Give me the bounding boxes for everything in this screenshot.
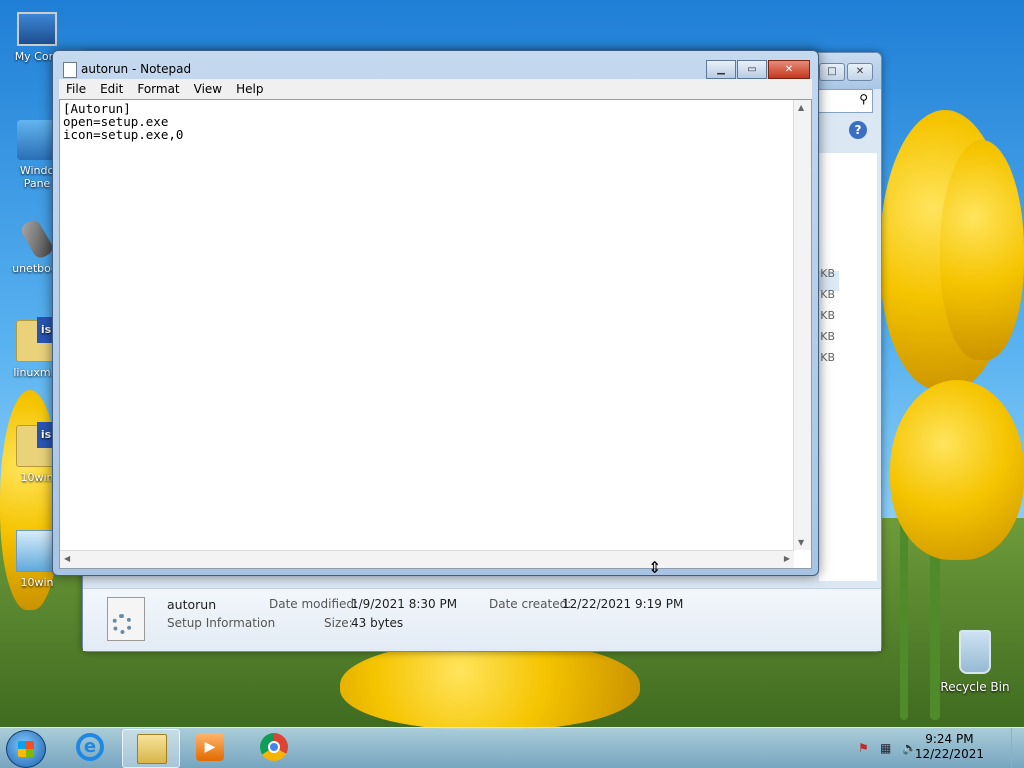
window-controls: ▁ ▭ ✕ <box>705 60 810 79</box>
details-date-created: 12/22/2021 9:19 PM <box>562 597 684 611</box>
close-button[interactable]: ✕ <box>768 60 810 79</box>
windows-logo-icon <box>18 741 34 757</box>
taskbar-media-player[interactable]: ▶ <box>182 729 238 766</box>
minimize-icon: ▁ <box>717 64 725 75</box>
search-icon: ⚲ <box>859 92 868 106</box>
desktop-icon-recycle-bin[interactable]: Recycle Bin <box>940 630 1010 694</box>
wallpaper-tulip <box>940 140 1024 360</box>
start-button[interactable] <box>6 730 46 768</box>
details-size: 43 bytes <box>351 616 404 630</box>
window-title: autorun - Notepad <box>81 62 192 76</box>
details-file-type: Setup Information <box>167 616 276 630</box>
control-panel-icon <box>17 120 57 160</box>
editor-content[interactable]: [Autorun] open=setup.exe icon=setup.exe,… <box>63 102 183 141</box>
folder-icon <box>137 734 167 764</box>
clock-date: 12/22/2021 <box>914 747 984 761</box>
recycle-bin-label: Recycle Bin <box>940 680 1010 694</box>
file-size-unit: KB <box>820 309 835 322</box>
rocket-icon <box>18 217 56 261</box>
notepad-icon <box>63 62 77 78</box>
explorer-details-pane: autorun Setup Information Date modified:… <box>83 588 881 651</box>
maximize-button[interactable]: ▭ <box>737 60 767 79</box>
menu-file[interactable]: File <box>59 79 93 99</box>
wallpaper-tulip <box>340 640 640 730</box>
taskbar-chrome[interactable] <box>246 729 302 766</box>
recycle-bin-icon <box>959 630 991 674</box>
show-desktop-button[interactable] <box>1011 728 1024 768</box>
file-size-unit: KB <box>820 267 835 280</box>
scroll-down-icon[interactable]: ▼ <box>798 538 804 547</box>
menu-bar: File Edit Format View Help <box>59 79 812 99</box>
explorer-search-input[interactable]: ⚲ <box>811 89 873 113</box>
scroll-left-icon[interactable]: ◀ <box>64 554 70 563</box>
setup-information-file-icon <box>107 597 145 641</box>
explorer-file-list <box>817 153 877 581</box>
taskbar: e ▶ ⚑ ▦ 🔈 9:24 PM 12/22/2021 <box>0 727 1024 768</box>
computer-icon <box>17 12 57 46</box>
explorer-close-button[interactable]: ✕ <box>847 63 873 81</box>
system-tray: ⚑ ▦ 🔈 9:24 PM 12/22/2021 <box>854 728 1024 768</box>
menu-view[interactable]: View <box>187 79 229 99</box>
minimize-button[interactable]: ▁ <box>706 60 736 79</box>
menu-format[interactable]: Format <box>130 79 186 99</box>
file-size-unit: KB <box>820 330 835 343</box>
desktop-icon-label: 10win <box>20 576 54 589</box>
details-file-name: autorun <box>167 597 217 612</box>
help-icon[interactable]: ? <box>849 121 867 139</box>
menu-help[interactable]: Help <box>229 79 270 99</box>
wallpaper-tulip <box>890 380 1024 560</box>
action-center-flag-icon[interactable]: ⚑ <box>858 741 872 755</box>
text-editor-area[interactable]: [Autorun] open=setup.exe icon=setup.exe,… <box>59 99 812 569</box>
menu-edit[interactable]: Edit <box>93 79 130 99</box>
explorer-maximize-button[interactable]: □ <box>819 63 845 81</box>
scroll-up-icon[interactable]: ▲ <box>798 103 804 112</box>
taskbar-file-explorer[interactable] <box>122 729 180 768</box>
details-date-modified: 1/9/2021 8:30 PM <box>351 597 458 611</box>
notepad-window[interactable]: autorun - Notepad ▁ ▭ ✕ File Edit Format… <box>52 50 819 576</box>
vertical-scrollbar[interactable]: ▲ ▼ <box>793 100 811 550</box>
network-icon[interactable]: ▦ <box>880 741 894 755</box>
details-date-created-label: Date created: <box>489 597 572 611</box>
taskbar-internet-explorer[interactable]: e <box>62 729 118 766</box>
file-size-unit: KB <box>820 288 835 301</box>
horizontal-scrollbar[interactable]: ◀ ▶ <box>60 550 794 568</box>
scroll-right-icon[interactable]: ▶ <box>784 554 790 563</box>
resize-cursor-icon: ⇕ <box>648 558 662 577</box>
clock[interactable]: 9:24 PM 12/22/2021 <box>915 732 984 762</box>
clock-time: 9:24 PM <box>925 732 974 746</box>
media-player-icon: ▶ <box>196 733 224 761</box>
details-date-modified-label: Date modified: <box>269 597 359 611</box>
file-size-unit: KB <box>820 351 835 364</box>
maximize-icon: ▭ <box>747 64 757 75</box>
close-icon: ✕ <box>784 64 794 75</box>
chrome-icon <box>260 733 288 761</box>
details-size-label: Size: <box>324 616 353 630</box>
internet-explorer-icon: e <box>76 733 104 761</box>
